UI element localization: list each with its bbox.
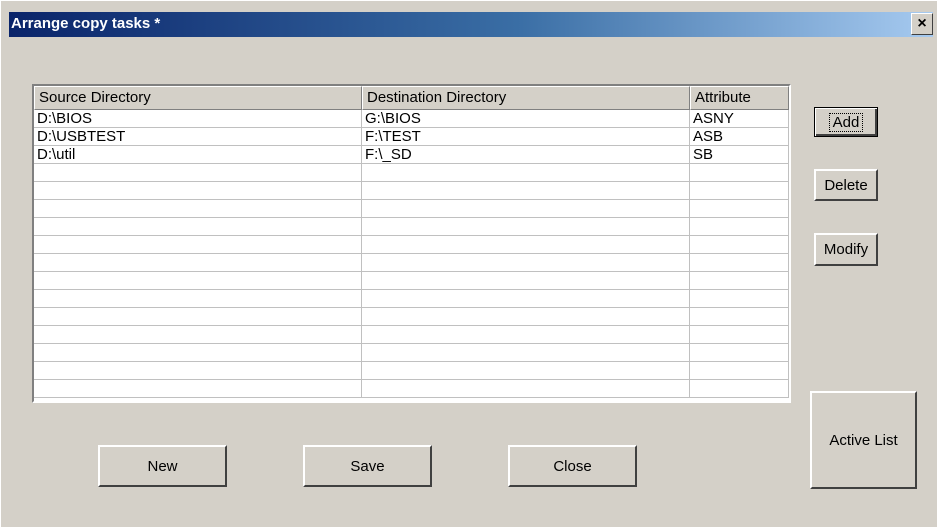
destination-directory-cell: F:\TEST (362, 128, 690, 146)
active-list-button[interactable]: Active List (810, 391, 917, 489)
save-button[interactable]: Save (303, 445, 432, 487)
table-row[interactable] (34, 272, 789, 290)
table-row[interactable] (34, 254, 789, 272)
source-directory-cell (34, 308, 362, 326)
active-list-button-label: Active List (829, 431, 898, 449)
destination-directory-cell (362, 344, 690, 362)
attribute-cell (690, 326, 789, 344)
add-button[interactable]: Add (814, 107, 878, 137)
table-row[interactable] (34, 362, 789, 380)
table-row[interactable] (34, 308, 789, 326)
close-button[interactable]: Close (508, 445, 637, 487)
add-button-label: Add (828, 112, 864, 132)
attribute-cell (690, 218, 789, 236)
destination-directory-cell (362, 326, 690, 344)
destination-directory-cell (362, 272, 690, 290)
attribute-cell (690, 254, 789, 272)
save-button-label: Save (350, 457, 385, 475)
attribute-cell: ASNY (690, 110, 789, 128)
source-directory-cell: D:\BIOS (34, 110, 362, 128)
destination-directory-cell (362, 200, 690, 218)
attribute-cell (690, 308, 789, 326)
table-row[interactable] (34, 218, 789, 236)
destination-directory-cell (362, 182, 690, 200)
attribute-cell (690, 290, 789, 308)
destination-directory-cell (362, 380, 690, 398)
attribute-cell: ASB (690, 128, 789, 146)
source-directory-cell (34, 236, 362, 254)
list-header: Source Directory Destination Directory A… (34, 86, 789, 110)
table-row[interactable] (34, 200, 789, 218)
destination-directory-cell (362, 164, 690, 182)
table-row[interactable] (34, 290, 789, 308)
source-directory-cell (34, 380, 362, 398)
destination-directory-cell (362, 254, 690, 272)
destination-directory-cell (362, 218, 690, 236)
table-row[interactable] (34, 182, 789, 200)
source-directory-cell (34, 326, 362, 344)
table-row[interactable]: D:\BIOS G:\BIOS ASNY (34, 110, 789, 128)
delete-button-label: Delete (824, 176, 868, 194)
list-rows: D:\BIOS G:\BIOS ASNY D:\USBTEST F:\TEST ASB D:… (34, 110, 789, 401)
table-row[interactable]: D:\USBTEST F:\TEST ASB (34, 128, 789, 146)
source-directory-cell (34, 290, 362, 308)
attribute-cell (690, 362, 789, 380)
table-row[interactable] (34, 164, 789, 182)
attribute-cell (690, 200, 789, 218)
new-button[interactable]: New (98, 445, 227, 487)
destination-directory-cell (362, 308, 690, 326)
destination-directory-cell (362, 290, 690, 308)
source-directory-cell (34, 344, 362, 362)
attribute-cell (690, 272, 789, 290)
close-button-label: Close (553, 457, 592, 475)
window-title: Arrange copy tasks * (11, 15, 161, 32)
new-button-label: New (147, 457, 178, 475)
table-row[interactable]: D:\util F:\_SD SB (34, 146, 789, 164)
destination-directory-cell: F:\_SD (362, 146, 690, 164)
source-directory-cell (34, 218, 362, 236)
close-icon: × (917, 15, 927, 32)
table-row[interactable] (34, 326, 789, 344)
attribute-cell (690, 164, 789, 182)
title-bar[interactable]: Arrange copy tasks * × (9, 12, 933, 37)
source-directory-cell: D:\util (34, 146, 362, 164)
destination-directory-cell (362, 236, 690, 254)
destination-directory-cell: G:\BIOS (362, 110, 690, 128)
source-directory-cell: D:\USBTEST (34, 128, 362, 146)
column-header-destination-directory[interactable]: Destination Directory (362, 86, 690, 110)
arrange-copy-tasks-dialog: Arrange copy tasks * × Source Directory … (0, 0, 937, 527)
attribute-cell (690, 182, 789, 200)
modify-button[interactable]: Modify (814, 233, 878, 266)
table-row[interactable] (34, 380, 789, 398)
attribute-cell (690, 344, 789, 362)
attribute-cell (690, 236, 789, 254)
source-directory-cell (34, 362, 362, 380)
table-row[interactable] (34, 236, 789, 254)
destination-directory-cell (362, 362, 690, 380)
column-header-source-directory[interactable]: Source Directory (34, 86, 362, 110)
table-row[interactable] (34, 344, 789, 362)
delete-button[interactable]: Delete (814, 169, 878, 201)
modify-button-label: Modify (823, 241, 869, 258)
attribute-cell: SB (690, 146, 789, 164)
attribute-cell (690, 380, 789, 398)
source-directory-cell (34, 254, 362, 272)
copy-tasks-list[interactable]: Source Directory Destination Directory A… (32, 84, 791, 403)
close-window-button[interactable]: × (911, 13, 933, 35)
column-header-attribute[interactable]: Attribute (690, 86, 789, 110)
source-directory-cell (34, 272, 362, 290)
source-directory-cell (34, 200, 362, 218)
source-directory-cell (34, 182, 362, 200)
source-directory-cell (34, 164, 362, 182)
